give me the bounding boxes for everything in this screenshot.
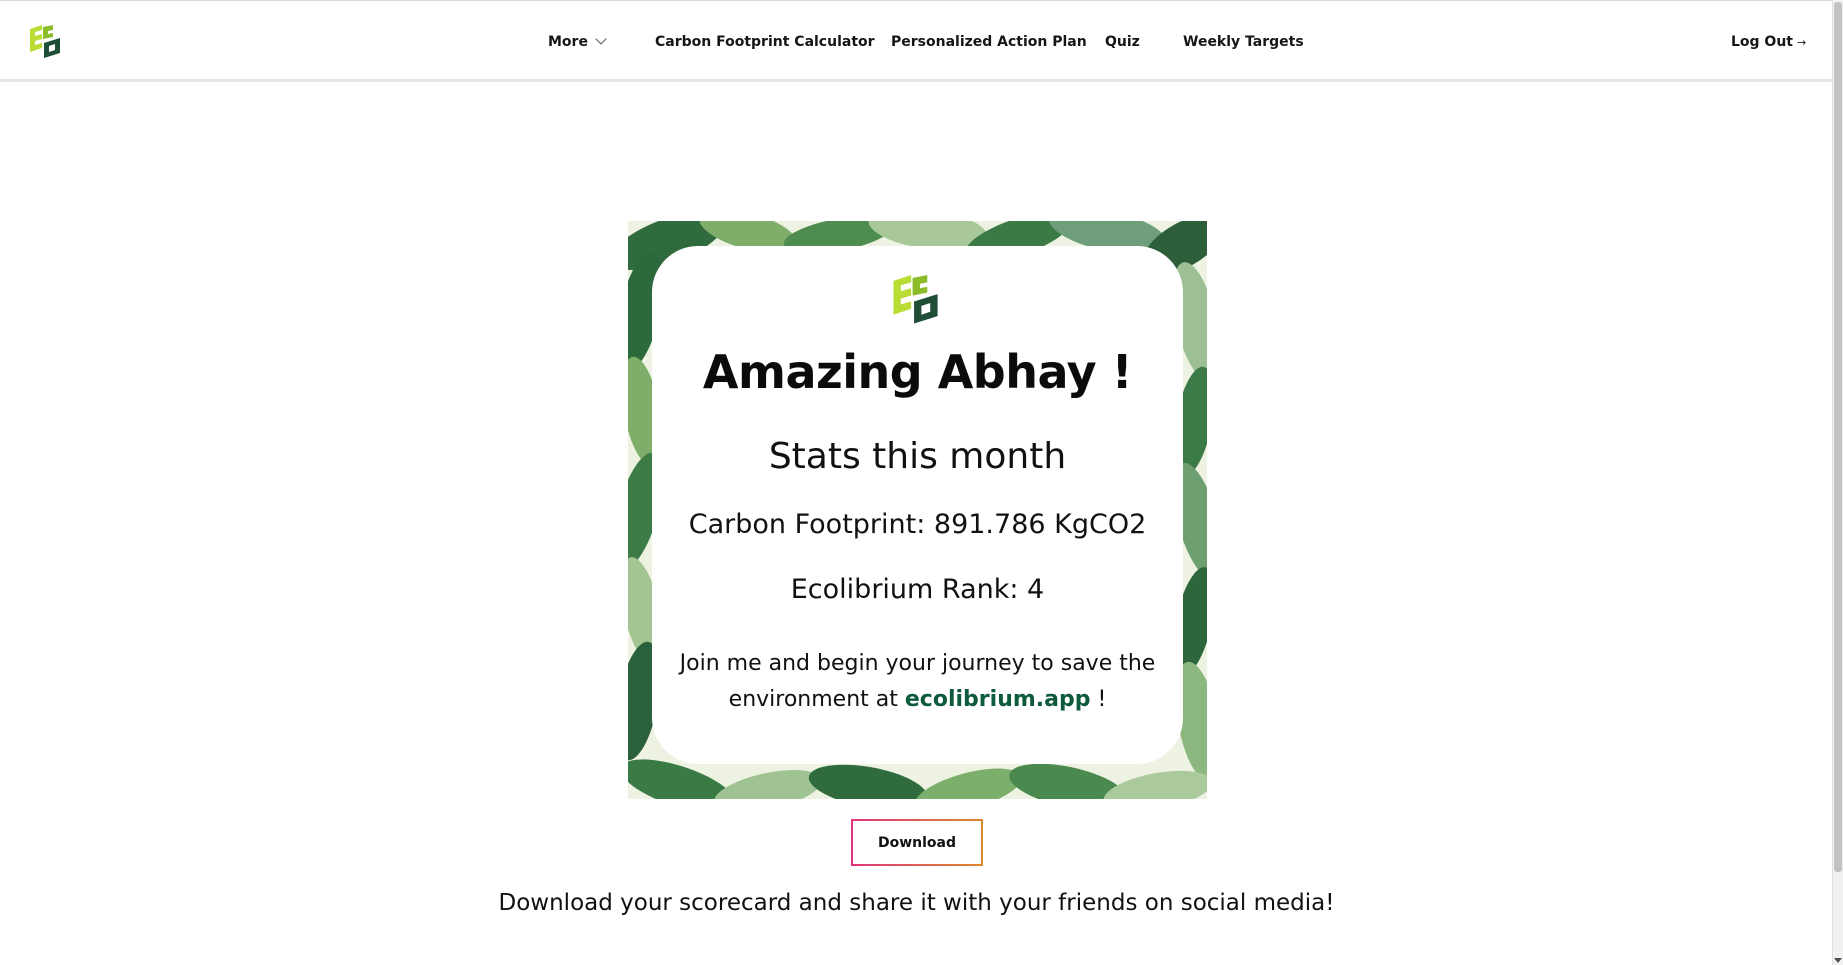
ecolibrium-link[interactable]: ecolibrium.app [905, 687, 1091, 712]
top-navbar: More Carbon Footprint Calculator Persona… [0, 0, 1833, 82]
nav-menu: More Carbon Footprint Calculator Persona… [0, 31, 1833, 55]
arrow-right-icon: → [1797, 36, 1807, 49]
scrollbar-thumb[interactable] [1834, 2, 1842, 872]
nav-more-label: More [548, 34, 588, 50]
nav-weekly-targets[interactable]: Weekly Targets [1183, 31, 1304, 53]
logout-label: Log Out [1731, 34, 1793, 50]
scorecard-title: Amazing Abhay ! [702, 345, 1133, 399]
ecolibrium-rank-stat: Ecolibrium Rank: 4 [790, 574, 1045, 605]
page-scrollbar[interactable] [1832, 0, 1843, 965]
join-message: Join me and begin your journey to save t… [658, 646, 1177, 718]
join-text-end: ! [1097, 687, 1107, 712]
ecolibrium-logo-icon [893, 275, 938, 324]
scorecard-subtitle: Stats this month [768, 436, 1067, 477]
download-button[interactable]: Download [851, 819, 983, 866]
ecolibrium-logo-card [893, 275, 941, 325]
logout-button[interactable]: Log Out → [1731, 31, 1806, 54]
scorecard-panel: Amazing Abhay ! Stats this month Carbon … [652, 246, 1183, 764]
scorecard-image: Amazing Abhay ! Stats this month Carbon … [628, 221, 1207, 799]
carbon-footprint-stat: Carbon Footprint: 891.786 KgCO2 [688, 509, 1147, 540]
nav-quiz[interactable]: Quiz [1105, 31, 1140, 53]
nav-more-dropdown[interactable]: More [548, 31, 607, 53]
chevron-down-icon [595, 33, 607, 45]
nav-personalized-action-plan[interactable]: Personalized Action Plan [891, 31, 1087, 53]
nav-carbon-footprint-calculator[interactable]: Carbon Footprint Calculator [655, 31, 875, 53]
page: More Carbon Footprint Calculator Persona… [0, 0, 1843, 965]
scroll-down-arrow-icon[interactable] [1834, 958, 1842, 963]
download-caption: Download your scorecard and share it wit… [498, 890, 1335, 916]
